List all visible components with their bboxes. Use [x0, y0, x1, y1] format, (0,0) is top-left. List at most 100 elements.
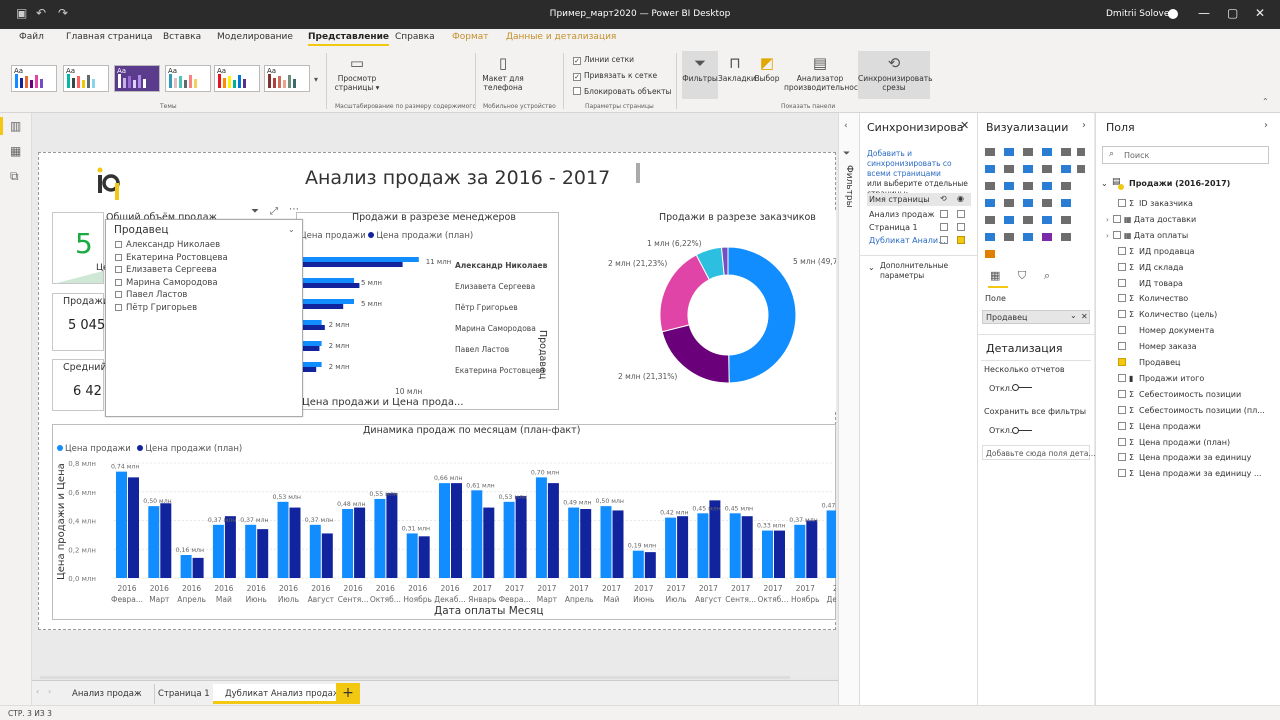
ribbon-collapse-icon[interactable]: ⌃ [1262, 97, 1269, 106]
field-item[interactable]: ИД товара [1118, 278, 1183, 288]
bar-price[interactable] [471, 490, 483, 578]
toggle-knob[interactable] [1012, 384, 1019, 391]
add-page-button[interactable]: + [336, 683, 360, 704]
field-item[interactable]: Σ Цена продажи за единицу [1118, 453, 1251, 462]
viz-gallery[interactable] [983, 146, 1089, 262]
theme-more-icon[interactable]: ▾ [314, 75, 318, 84]
field-checkbox[interactable] [1118, 358, 1126, 366]
tab-modeling[interactable]: Моделирование [217, 32, 293, 42]
sync-slicers-button[interactable]: ⟲ Синхронизировать срезы [858, 55, 933, 93]
slicer-item[interactable]: Екатерина Ростовцева [115, 253, 228, 263]
bar-plan[interactable] [321, 533, 333, 578]
field-checkbox[interactable] [1112, 214, 1121, 223]
bar-price[interactable] [439, 483, 450, 578]
sync-checkbox[interactable] [940, 236, 948, 244]
bar-price[interactable] [300, 278, 354, 283]
bar-price[interactable] [729, 513, 741, 578]
bar-plan[interactable] [677, 516, 689, 578]
bar-plan[interactable] [300, 262, 403, 267]
bar-price[interactable] [277, 501, 289, 578]
bar-price[interactable] [300, 320, 322, 325]
bar-price[interactable] [762, 530, 773, 578]
kpi-card-sales[interactable]: Продажи 5 045 [52, 293, 109, 351]
bar-price[interactable] [632, 550, 644, 578]
theme-6[interactable]: Aa [264, 65, 310, 92]
bar-plan[interactable] [300, 283, 360, 288]
user-name[interactable]: Dmitrii Solovev [1106, 9, 1175, 19]
bar-price[interactable] [503, 501, 515, 578]
kpi-card-total[interactable]: 5 Це [52, 212, 109, 284]
data-view-icon[interactable]: ▦ [10, 144, 21, 158]
slicer-item[interactable]: Елизавета Сергеева [115, 265, 217, 275]
perf-analyzer-button[interactable]: ▤ Анализатор производительности [784, 55, 867, 93]
field-checkbox[interactable] [1118, 310, 1126, 319]
slicer-item[interactable]: Пётр Григорьев [115, 303, 197, 313]
bar-price[interactable] [245, 524, 257, 578]
bar-price[interactable] [600, 506, 612, 578]
tab-format[interactable]: Формат [452, 32, 489, 42]
snap-checkbox[interactable]: ✓ Привязать к сетке [573, 71, 657, 81]
tab-insert[interactable]: Вставка [163, 32, 201, 42]
bar-price[interactable] [374, 498, 386, 578]
minimize-icon[interactable]: — [1198, 6, 1210, 20]
analytics-icon[interactable]: ⌕ [1044, 269, 1050, 283]
tab-file[interactable]: Файл [19, 32, 44, 42]
bar-plan[interactable] [224, 516, 236, 578]
tab-home[interactable]: Главная страница [66, 32, 153, 42]
bar-price[interactable] [697, 513, 709, 578]
bar-price[interactable] [568, 507, 580, 578]
selection-button[interactable]: ◩ Выбор [752, 55, 782, 84]
bookmarks-button[interactable]: ⊓ Закладки [718, 55, 756, 84]
prev-page-icon[interactable]: ‹ [36, 687, 39, 696]
field-item[interactable]: Σ ID заказчика [1118, 199, 1193, 208]
bar-price[interactable] [794, 524, 806, 578]
bar-plan[interactable] [580, 509, 592, 578]
bar-plan[interactable] [483, 507, 495, 578]
bar-plan[interactable] [354, 507, 366, 578]
model-view-icon[interactable]: ⧉ [10, 169, 19, 184]
bar-plan[interactable] [806, 520, 818, 579]
field-item[interactable]: Σ ИД склада [1118, 262, 1183, 272]
slicer-dropdown-icon[interactable]: ⌄ [288, 225, 295, 234]
page-tab[interactable]: Страница 1 [146, 684, 223, 704]
field-checkbox[interactable] [1118, 342, 1126, 351]
more-params-link[interactable]: Дополнительные параметры [880, 261, 976, 281]
chevron-down-icon[interactable]: ⌄ [1101, 179, 1108, 188]
toggle-knob[interactable] [1012, 427, 1019, 434]
bar-plan[interactable] [300, 304, 344, 309]
field-checkbox[interactable] [1118, 262, 1126, 271]
visual-filter-icon[interactable]: ⏷ [251, 206, 259, 217]
field-item[interactable]: Номер заказа [1118, 342, 1197, 351]
field-item[interactable]: › ▦ Дата доставки [1106, 214, 1196, 224]
tab-data-drill[interactable]: Данные и детализация [506, 32, 616, 42]
field-item[interactable]: Σ ИД продавца [1118, 246, 1194, 256]
bar-plan[interactable] [128, 477, 139, 578]
maximize-icon[interactable]: ▢ [1227, 6, 1238, 20]
bar-plan[interactable] [386, 493, 398, 578]
field-checkbox[interactable] [1118, 294, 1126, 303]
more-options-icon[interactable]: ⋯ [289, 204, 299, 215]
visible-checkbox[interactable] [957, 223, 965, 231]
sync-checkbox[interactable] [940, 210, 948, 218]
field-item[interactable]: ▮ Продажи итого [1118, 373, 1204, 383]
seller-slicer[interactable]: Продавец ⌄ Александр Николаев Екатерина … [105, 219, 303, 417]
avatar[interactable] [1168, 9, 1178, 19]
mobile-layout-button[interactable]: ▯ Макет для телефона [480, 55, 526, 93]
page-tab-active[interactable]: Дубликат Анализ продаж [213, 684, 354, 704]
table-name[interactable]: Продажи (2016-2017) [1129, 179, 1230, 188]
tab-help[interactable]: Справка [395, 32, 435, 42]
bar-price[interactable] [826, 510, 836, 578]
field-item[interactable]: Σ Себестоимость позиции [1118, 389, 1241, 399]
theme-1[interactable]: Aa [11, 65, 57, 92]
field-checkbox[interactable] [1118, 278, 1126, 287]
bar-plan[interactable] [515, 496, 527, 578]
bar-plan[interactable] [192, 557, 204, 578]
sync-desc-link[interactable]: Добавить и синхронизировать со всеми стр… [867, 149, 977, 179]
bar-price[interactable] [300, 299, 354, 304]
fields-well-icon[interactable]: ▦ [990, 269, 1000, 282]
chevron-down-icon[interactable]: ⌄ [1070, 311, 1077, 320]
bar-price[interactable] [309, 524, 321, 578]
chevron-right-icon[interactable]: › [1106, 216, 1109, 224]
field-item[interactable]: Σ Количество (цель) [1118, 310, 1217, 319]
filters-pane-collapsed[interactable]: ‹ ⏷ Фильтры [838, 113, 859, 705]
